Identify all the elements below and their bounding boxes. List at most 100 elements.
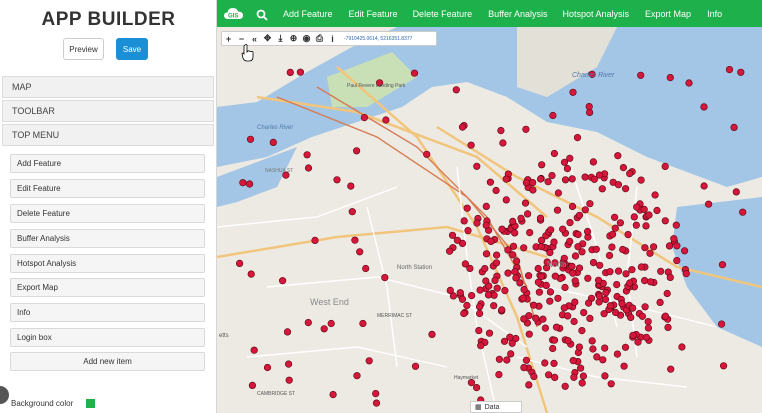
feature-point[interactable] <box>506 333 514 341</box>
feature-point[interactable] <box>504 269 512 277</box>
feature-point[interactable] <box>578 248 586 256</box>
feature-point[interactable] <box>467 141 475 149</box>
feature-point[interactable] <box>248 381 257 390</box>
feature-point[interactable] <box>661 217 669 225</box>
feature-point[interactable] <box>647 278 655 286</box>
feature-point[interactable] <box>605 251 614 260</box>
feature-point[interactable] <box>453 236 461 244</box>
feature-point[interactable] <box>526 229 534 237</box>
feature-point[interactable] <box>666 73 674 82</box>
feature-point[interactable] <box>611 213 619 221</box>
feature-point[interactable] <box>641 244 649 252</box>
feature-point[interactable] <box>673 257 681 265</box>
panel-map[interactable]: MAP <box>2 76 214 98</box>
menu-item-add-feature[interactable]: Add Feature <box>10 154 205 173</box>
feature-point[interactable] <box>410 69 419 77</box>
feature-point[interactable] <box>614 152 622 160</box>
feature-point[interactable] <box>541 324 550 332</box>
feature-point[interactable] <box>359 319 367 328</box>
feature-point[interactable] <box>513 257 521 265</box>
nav-edit-feature[interactable]: Edit Feature <box>349 9 398 19</box>
feature-point[interactable] <box>502 175 510 183</box>
feature-point[interactable] <box>517 214 525 222</box>
panel-top-menu[interactable]: TOP MENU <box>2 124 214 146</box>
feature-point[interactable] <box>546 297 554 305</box>
feature-point[interactable] <box>534 278 543 286</box>
feature-point[interactable] <box>482 202 490 210</box>
feature-point[interactable] <box>619 164 628 172</box>
feature-point[interactable] <box>549 111 557 120</box>
preview-button[interactable]: Preview <box>63 38 104 60</box>
feature-point[interactable] <box>585 102 593 111</box>
feature-point[interactable] <box>482 221 490 229</box>
feature-point[interactable] <box>473 384 481 392</box>
feature-point[interactable] <box>594 276 603 284</box>
feature-point[interactable] <box>362 264 370 273</box>
feature-point[interactable] <box>475 327 483 335</box>
feature-point[interactable] <box>476 303 484 311</box>
feature-point[interactable] <box>586 314 594 323</box>
feature-point[interactable] <box>484 291 493 299</box>
feature-point[interactable] <box>538 161 546 169</box>
feature-point[interactable] <box>448 231 457 239</box>
feature-point[interactable] <box>460 217 468 225</box>
feature-point[interactable] <box>525 330 533 338</box>
nav-delete-feature[interactable]: Delete Feature <box>413 9 473 19</box>
feature-point[interactable] <box>574 230 582 239</box>
feature-point[interactable] <box>278 277 287 285</box>
feature-point[interactable] <box>304 319 312 327</box>
feature-point[interactable] <box>595 292 604 300</box>
feature-point[interactable] <box>607 380 615 388</box>
feature-point[interactable] <box>570 317 578 326</box>
feature-point[interactable] <box>549 344 557 353</box>
feature-point[interactable] <box>629 304 637 312</box>
feature-point[interactable] <box>667 365 675 373</box>
feature-point[interactable] <box>568 262 576 270</box>
feature-point[interactable] <box>644 318 652 326</box>
zoom-icon[interactable]: ⊕ <box>287 33 300 44</box>
feature-point[interactable] <box>570 373 578 381</box>
nav-buffer-analysis[interactable]: Buffer Analysis <box>488 9 547 19</box>
feature-point[interactable] <box>303 151 311 159</box>
feature-point[interactable] <box>561 382 569 390</box>
feature-point[interactable] <box>606 302 615 310</box>
feature-point[interactable] <box>700 182 708 190</box>
feature-point[interactable] <box>575 264 584 272</box>
feature-point[interactable] <box>670 235 678 243</box>
feature-point[interactable] <box>473 219 481 227</box>
feature-point[interactable] <box>482 277 490 285</box>
feature-point[interactable] <box>665 242 674 250</box>
feature-point[interactable] <box>329 391 337 399</box>
feature-point[interactable] <box>503 356 511 364</box>
feature-point[interactable] <box>579 372 588 380</box>
nav-add-feature[interactable]: Add Feature <box>283 9 333 19</box>
feature-point[interactable] <box>663 289 671 298</box>
feature-point[interactable] <box>632 221 640 229</box>
zoom-out-icon[interactable]: − <box>235 34 248 44</box>
feature-point[interactable] <box>304 164 313 172</box>
menu-item-login-box[interactable]: Login box <box>10 328 205 347</box>
feature-point[interactable] <box>522 179 531 187</box>
zoom-in-icon[interactable]: + <box>222 34 235 44</box>
feature-point[interactable] <box>614 181 623 189</box>
feature-point[interactable] <box>596 261 604 269</box>
feature-point[interactable] <box>656 298 664 307</box>
feature-point[interactable] <box>521 199 530 207</box>
feature-point[interactable] <box>365 357 373 365</box>
feature-point[interactable] <box>269 138 277 146</box>
feature-point[interactable] <box>569 88 577 96</box>
feature-point[interactable] <box>566 219 574 227</box>
feature-point[interactable] <box>634 338 642 346</box>
feature-point[interactable] <box>482 250 491 258</box>
feature-point[interactable] <box>537 243 545 251</box>
feature-point[interactable] <box>739 208 747 216</box>
feature-point[interactable] <box>585 299 593 307</box>
feature-point[interactable] <box>487 237 495 245</box>
feature-point[interactable] <box>598 185 606 193</box>
feature-point[interactable] <box>718 320 726 328</box>
menu-item-export-map[interactable]: Export Map <box>10 278 205 297</box>
feature-point[interactable] <box>495 355 504 363</box>
feature-point[interactable] <box>493 251 501 259</box>
panel-toolbar[interactable]: TOOLBAR <box>2 100 214 122</box>
feature-point[interactable] <box>464 227 472 235</box>
